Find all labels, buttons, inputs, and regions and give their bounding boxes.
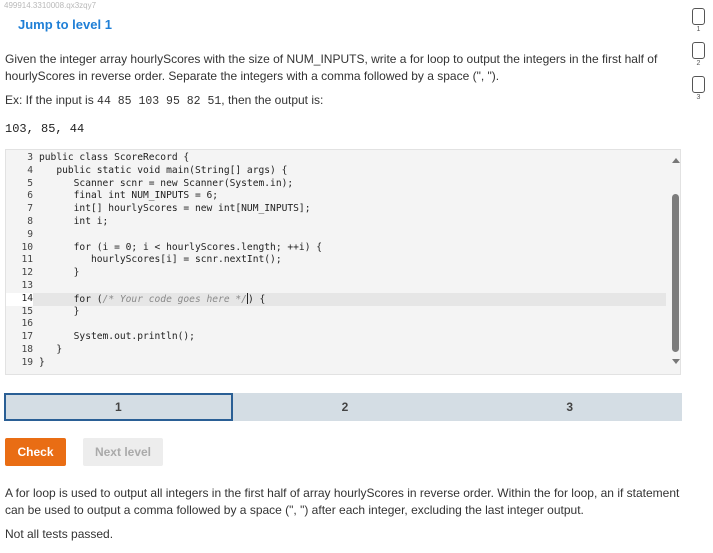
- code-text[interactable]: }: [39, 344, 62, 357]
- code-text[interactable]: for (i = 0; i < hourlyScores.length; ++i…: [39, 242, 322, 255]
- code-comment: /* Your code goes here */: [102, 293, 247, 305]
- code-text[interactable]: }: [39, 267, 80, 280]
- line-number: 14: [6, 292, 33, 306]
- level-1-checkbox[interactable]: [692, 8, 705, 25]
- code-text[interactable]: Scanner scnr = new Scanner(System.in);: [39, 178, 294, 191]
- code-line[interactable]: 4 public static void main(String[] args)…: [6, 165, 666, 178]
- code-segment: for (: [39, 293, 103, 305]
- code-line[interactable]: 6 final int NUM_INPUTS = 6;: [6, 190, 666, 203]
- code-line[interactable]: 19}: [6, 357, 666, 370]
- line-number: 15: [21, 305, 33, 317]
- code-line[interactable]: 10 for (i = 0; i < hourlyScores.length; …: [6, 242, 666, 255]
- line-number: 6: [27, 190, 33, 202]
- scroll-thumb[interactable]: [672, 194, 679, 352]
- hint-text: A for loop is used to output all integer…: [5, 486, 680, 517]
- line-number: 19: [21, 356, 33, 368]
- level-3-checkbox[interactable]: [692, 76, 705, 93]
- tab-level-2[interactable]: 2: [233, 393, 458, 421]
- code-line[interactable]: 17 System.out.println();: [6, 331, 666, 344]
- level-2-checkbox[interactable]: [692, 42, 705, 59]
- code-line[interactable]: 5 Scanner scnr = new Scanner(System.in);: [6, 178, 666, 191]
- code-line[interactable]: 14 for (/* Your code goes here */) {: [6, 292, 666, 307]
- next-level-button[interactable]: Next level: [83, 438, 163, 466]
- code-segment: ) {: [247, 293, 266, 305]
- code-line[interactable]: 12 }: [6, 267, 666, 280]
- line-number: 7: [27, 203, 33, 215]
- code-text[interactable]: }: [39, 357, 45, 370]
- test-status: Not all tests passed.: [5, 527, 114, 541]
- line-number: 3: [27, 152, 33, 163]
- line-number: 4: [27, 164, 33, 176]
- code-text[interactable]: int[] hourlyScores = new int[NUM_INPUTS]…: [39, 203, 311, 216]
- level-2-label: 2: [696, 60, 701, 67]
- code-text[interactable]: hourlyScores[i] = scnr.nextInt();: [39, 254, 282, 267]
- code-lines[interactable]: 3 public class ScoreRecord {4 public stat…: [6, 152, 666, 370]
- jump-to-level-link[interactable]: Jump to level 1: [18, 17, 112, 32]
- line-number: 17: [21, 331, 33, 343]
- line-number: 5: [27, 177, 33, 189]
- code-text[interactable]: System.out.println();: [39, 331, 195, 344]
- expected-output: 103, 85, 44: [5, 122, 85, 136]
- code-line[interactable]: 7 int[] hourlyScores = new int[NUM_INPUT…: [6, 203, 666, 216]
- example-input: 44 85 103 95 82 51: [97, 95, 222, 108]
- tab-level-3[interactable]: 3: [457, 393, 682, 421]
- example-text: Ex: If the input is 44 85 103 95 82 51, …: [5, 93, 323, 108]
- code-line[interactable]: 13: [6, 280, 666, 293]
- code-line[interactable]: 16: [6, 318, 666, 331]
- line-number: 16: [21, 318, 33, 330]
- line-number: 8: [27, 215, 33, 227]
- line-number: 10: [21, 241, 33, 253]
- line-number: 13: [21, 279, 33, 291]
- example-suffix: , then the output is:: [221, 93, 324, 107]
- code-text[interactable]: final int NUM_INPUTS = 6;: [39, 190, 218, 203]
- line-number: 11: [21, 254, 33, 266]
- level-indicators: 1 2 3: [692, 8, 708, 110]
- code-text[interactable]: public class ScoreRecord {: [39, 152, 189, 165]
- level-1-label: 1: [696, 26, 701, 33]
- code-line[interactable]: 11 hourlyScores[i] = scnr.nextInt();: [6, 254, 666, 267]
- code-text[interactable]: for (/* Your code goes here */) {: [39, 292, 266, 307]
- code-line[interactable]: 15 }: [6, 306, 666, 319]
- activity-id: 499914.3310008.qx3zqy7: [4, 1, 97, 10]
- scroll-up-arrow-icon[interactable]: [672, 158, 680, 163]
- code-text[interactable]: }: [39, 306, 80, 319]
- line-number: 12: [21, 267, 33, 279]
- problem-statement: Given the integer array hourlyScores wit…: [5, 52, 658, 83]
- code-editor[interactable]: 3 public class ScoreRecord {4 public stat…: [5, 149, 681, 375]
- scroll-down-arrow-icon[interactable]: [672, 359, 680, 364]
- example-prefix: Ex: If the input is: [5, 93, 98, 107]
- code-line[interactable]: 3 public class ScoreRecord {: [6, 152, 666, 165]
- tab-level-1[interactable]: 1: [4, 393, 233, 421]
- level-3-label: 3: [696, 94, 701, 101]
- check-button[interactable]: Check: [5, 438, 66, 466]
- code-line[interactable]: 8 int i;: [6, 216, 666, 229]
- code-text[interactable]: int i;: [39, 216, 109, 229]
- line-number: 9: [27, 228, 33, 240]
- editor-scrollbar[interactable]: [669, 150, 680, 374]
- code-line[interactable]: 9: [6, 229, 666, 242]
- level-tabs: 1 2 3: [4, 393, 682, 421]
- line-number: 18: [21, 343, 33, 355]
- code-text[interactable]: public static void main(String[] args) {: [39, 165, 287, 178]
- code-line[interactable]: 18 }: [6, 344, 666, 357]
